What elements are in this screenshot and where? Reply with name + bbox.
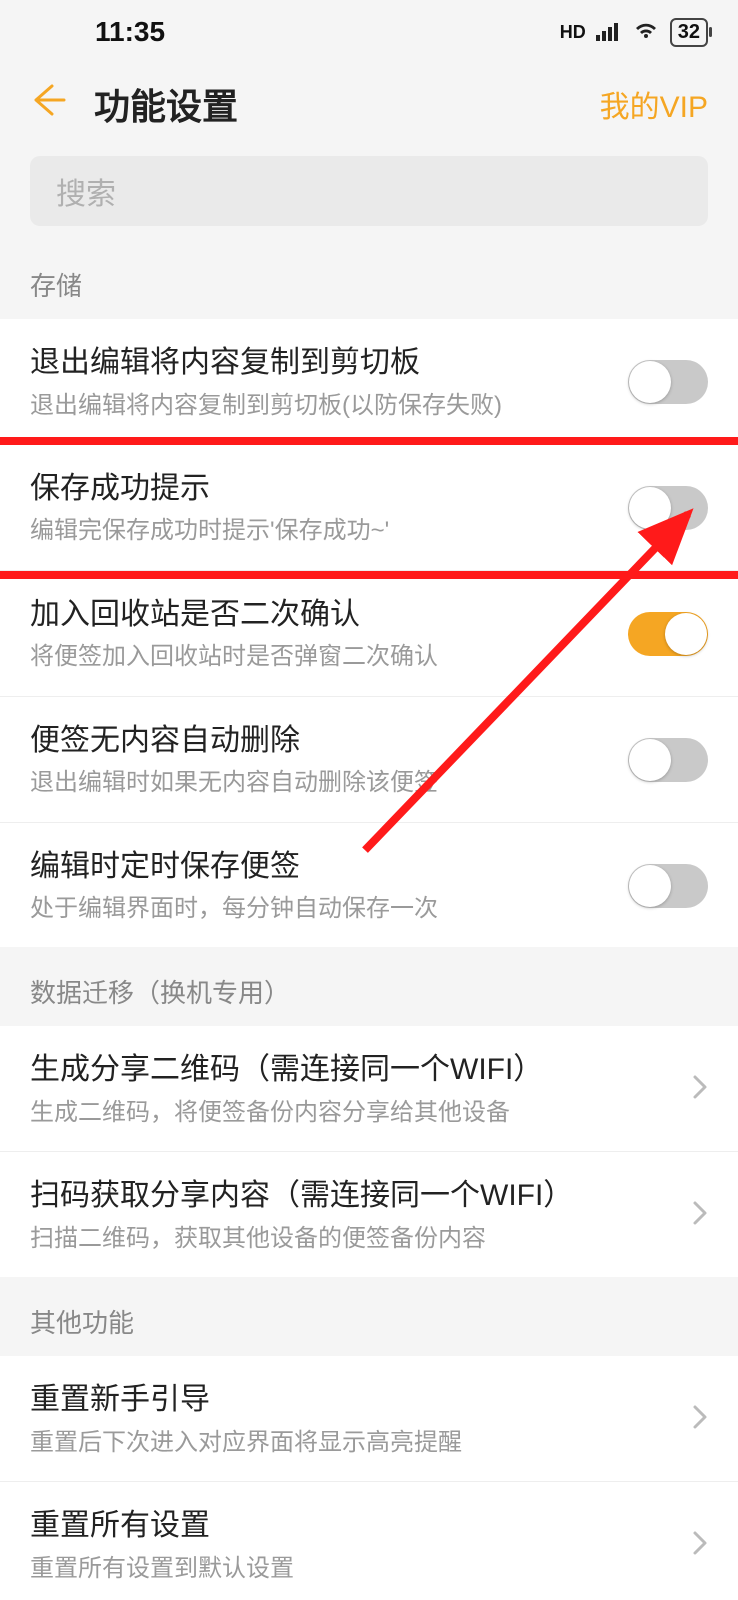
item-title: 编辑时定时保存便签 <box>30 847 628 888</box>
settings-item[interactable]: 退出编辑将内容复制到剪切板退出编辑将内容复制到剪切板(以防保存失败) <box>0 319 738 445</box>
section-header: 数据迁移（换机专用） <box>0 947 738 1026</box>
vip-link[interactable]: 我的VIP <box>600 82 708 126</box>
toggle-switch[interactable] <box>628 486 708 530</box>
item-text: 保存成功提示编辑完保存成功时提示'保存成功~' <box>30 469 628 548</box>
settings-item[interactable]: 扫码获取分享内容（需连接同一个WIFI） 扫描二维码，获取其他设备的便签备份内容 <box>0 1152 738 1277</box>
section-header: 其他功能 <box>0 1277 738 1356</box>
page-title: 功能设置 <box>94 78 600 130</box>
toggle-switch[interactable] <box>628 864 708 908</box>
section-header: 存储 <box>0 240 738 319</box>
wifi-icon <box>632 16 660 48</box>
chevron-right-icon <box>692 1400 708 1439</box>
item-text: 扫码获取分享内容（需连接同一个WIFI） 扫描二维码，获取其他设备的便签备份内容 <box>30 1176 682 1255</box>
item-subtitle: 重置后下次进入对应界面将显示高亮提醒 <box>30 1427 682 1459</box>
toggle-switch[interactable] <box>628 738 708 782</box>
item-subtitle: 处于编辑界面时，每分钟自动保存一次 <box>30 893 628 925</box>
item-subtitle: 退出编辑将内容复制到剪切板(以防保存失败) <box>30 390 628 422</box>
item-subtitle: 编辑完保存成功时提示'保存成功~' <box>30 515 628 547</box>
battery-icon: 32 <box>670 18 708 47</box>
settings-item[interactable]: 重置所有设置重置所有设置到默认设置 <box>0 1482 738 1600</box>
settings-item[interactable]: 保存成功提示编辑完保存成功时提示'保存成功~' <box>0 445 738 571</box>
signal-icon <box>596 16 622 48</box>
item-text: 退出编辑将内容复制到剪切板退出编辑将内容复制到剪切板(以防保存失败) <box>30 343 628 422</box>
item-title: 重置所有设置 <box>30 1506 682 1547</box>
item-subtitle: 退出编辑时如果无内容自动删除该便签 <box>30 767 628 799</box>
item-subtitle: 重置所有设置到默认设置 <box>30 1553 682 1585</box>
item-text: 便签无内容自动删除退出编辑时如果无内容自动删除该便签 <box>30 721 628 800</box>
item-subtitle: 生成二维码，将便签备份内容分享给其他设备 <box>30 1097 682 1129</box>
toggle-switch[interactable] <box>628 612 708 656</box>
item-title: 扫码获取分享内容（需连接同一个WIFI） <box>30 1176 682 1217</box>
chevron-right-icon <box>692 1526 708 1565</box>
item-text: 重置新手引导重置后下次进入对应界面将显示高亮提醒 <box>30 1380 682 1459</box>
settings-item[interactable]: 便签无内容自动删除退出编辑时如果无内容自动删除该便签 <box>0 697 738 823</box>
hd-icon: HD <box>560 22 586 43</box>
item-title: 便签无内容自动删除 <box>30 721 628 762</box>
settings-item[interactable]: 加入回收站是否二次确认将便签加入回收站时是否弹窗二次确认 <box>0 571 738 697</box>
chevron-right-icon <box>692 1070 708 1109</box>
item-title: 生成分享二维码（需连接同一个WIFI） <box>30 1050 682 1091</box>
chevron-right-icon <box>692 1196 708 1235</box>
search-input[interactable]: 搜索 <box>30 156 708 226</box>
status-indicators: HD 32 <box>560 16 708 48</box>
status-time: 11:35 <box>95 16 165 48</box>
item-text: 编辑时定时保存便签处于编辑界面时，每分钟自动保存一次 <box>30 847 628 926</box>
item-subtitle: 扫描二维码，获取其他设备的便签备份内容 <box>30 1223 682 1255</box>
status-bar: 11:35 HD 32 <box>0 0 738 64</box>
back-icon[interactable] <box>30 82 80 126</box>
item-text: 加入回收站是否二次确认将便签加入回收站时是否弹窗二次确认 <box>30 595 628 674</box>
item-subtitle: 将便签加入回收站时是否弹窗二次确认 <box>30 641 628 673</box>
settings-item[interactable]: 生成分享二维码（需连接同一个WIFI） 生成二维码，将便签备份内容分享给其他设备 <box>0 1026 738 1152</box>
toggle-switch[interactable] <box>628 360 708 404</box>
item-title: 退出编辑将内容复制到剪切板 <box>30 343 628 384</box>
nav-bar: 功能设置 我的VIP <box>0 64 738 144</box>
settings-item[interactable]: 重置新手引导重置后下次进入对应界面将显示高亮提醒 <box>0 1356 738 1482</box>
settings-item[interactable]: 编辑时定时保存便签处于编辑界面时，每分钟自动保存一次 <box>0 823 738 948</box>
item-title: 保存成功提示 <box>30 469 628 510</box>
search-placeholder: 搜索 <box>56 169 116 213</box>
item-title: 重置新手引导 <box>30 1380 682 1421</box>
item-title: 加入回收站是否二次确认 <box>30 595 628 636</box>
item-text: 重置所有设置重置所有设置到默认设置 <box>30 1506 682 1585</box>
item-text: 生成分享二维码（需连接同一个WIFI） 生成二维码，将便签备份内容分享给其他设备 <box>30 1050 682 1129</box>
